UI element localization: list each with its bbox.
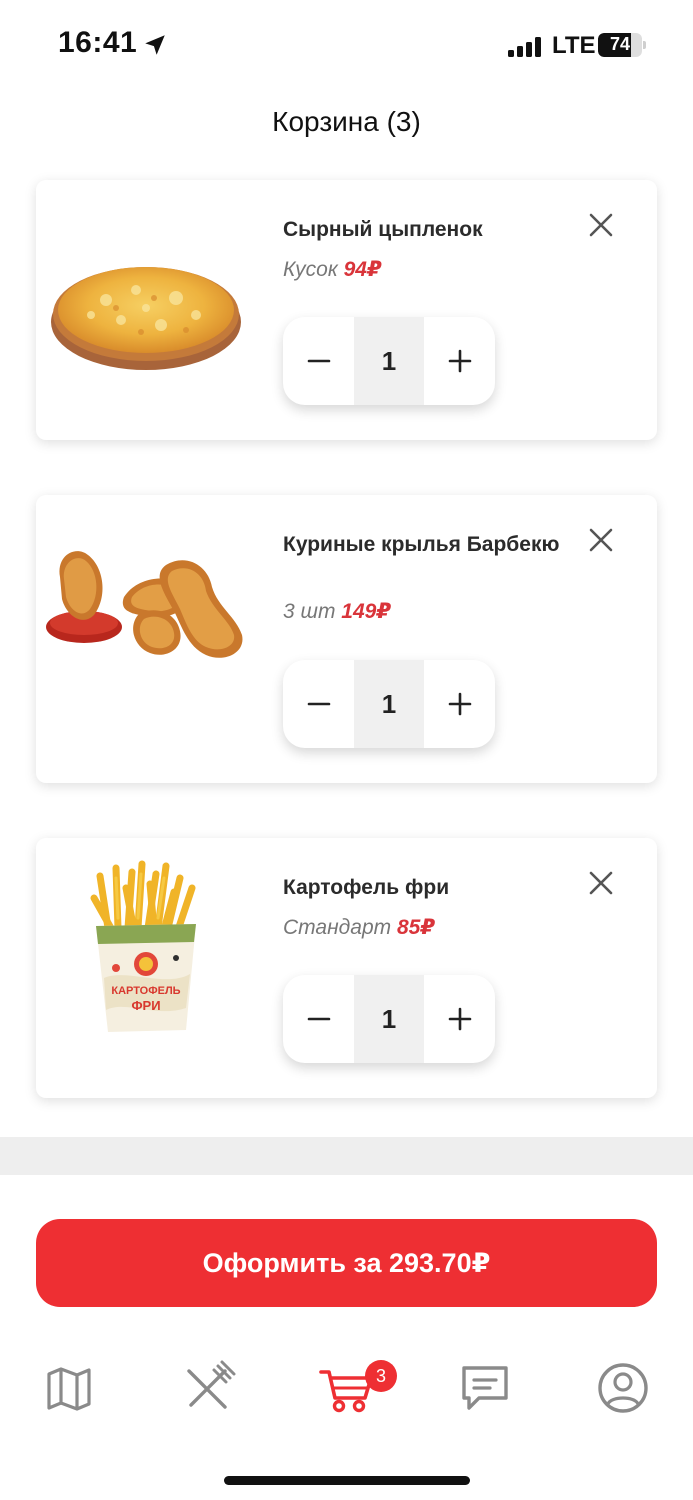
quantity-stepper: 1 [283,317,495,405]
cart-item-card: Сырный цыпленок Кусок 94₽ 1 [36,180,657,440]
item-name: Картофель фри [283,876,450,899]
item-variant: Стандарт [283,916,392,939]
fries-box-label-line2: ФРИ [131,998,160,1013]
status-time: 16:41 [58,26,138,59]
bbq-chicken-wings-image [46,551,243,658]
item-price: 94₽ [343,258,382,281]
plus-icon [448,1007,471,1031]
close-icon[interactable] [584,523,618,557]
plus-icon [448,349,471,373]
quantity-stepper: 1 [283,975,495,1063]
decrease-button[interactable] [283,317,354,405]
location-arrow-icon [145,35,165,55]
quantity-value: 1 [354,660,424,748]
quantity-stepper: 1 [283,660,495,748]
quantity-value: 1 [354,317,424,405]
cellular-signal-icon [508,37,541,57]
battery-level: 74 [609,34,631,54]
status-bar: 16:41 LTE 74 [0,0,693,95]
item-variant: Кусок [283,258,338,281]
plus-icon [448,692,471,716]
item-variant-price: Стандарт 85₽ [283,915,435,940]
profile-icon[interactable] [593,1358,653,1418]
quantity-value: 1 [354,975,424,1063]
page-title: Корзина (3) [272,106,421,137]
battery-icon: 74 [598,33,646,57]
cart-badge: 3 [365,1360,397,1392]
chat-icon[interactable] [455,1358,515,1418]
close-icon[interactable] [584,866,618,900]
cart-item-card: Куриные крылья Барбекю 3 шт 149₽ 1 [36,495,657,783]
home-indicator [224,1476,470,1485]
cart-item-card: КАРТОФЕЛЬ ФРИ Картофель фри Стандарт 85₽… [36,838,657,1098]
item-name: Куриные крылья Барбекю [283,533,560,556]
item-variant: 3 шт [283,600,336,623]
menu-fork-knife-icon[interactable] [178,1358,238,1418]
item-price: 149₽ [341,600,391,623]
increase-button[interactable] [424,317,495,405]
increase-button[interactable] [424,660,495,748]
item-variant-price: Кусок 94₽ [283,257,382,282]
network-type: LTE [552,32,596,59]
map-icon[interactable] [39,1358,99,1418]
minus-icon [307,702,330,706]
minus-icon [307,359,330,363]
increase-button[interactable] [424,975,495,1063]
close-icon[interactable] [584,208,618,242]
item-variant-price: 3 шт 149₽ [283,599,391,624]
item-name: Сырный цыпленок [283,218,483,241]
french-fries-image: КАРТОФЕЛЬ ФРИ [90,860,196,1032]
checkout-button[interactable]: Оформить за 293.70₽ [36,1219,657,1307]
minus-icon [307,1017,330,1021]
decrease-button[interactable] [283,660,354,748]
section-divider [0,1137,693,1175]
item-price: 85₽ [396,916,435,939]
cheese-chicken-pizza-image [51,267,241,370]
fries-box-label-line1: КАРТОФЕЛЬ [111,985,180,997]
decrease-button[interactable] [283,975,354,1063]
